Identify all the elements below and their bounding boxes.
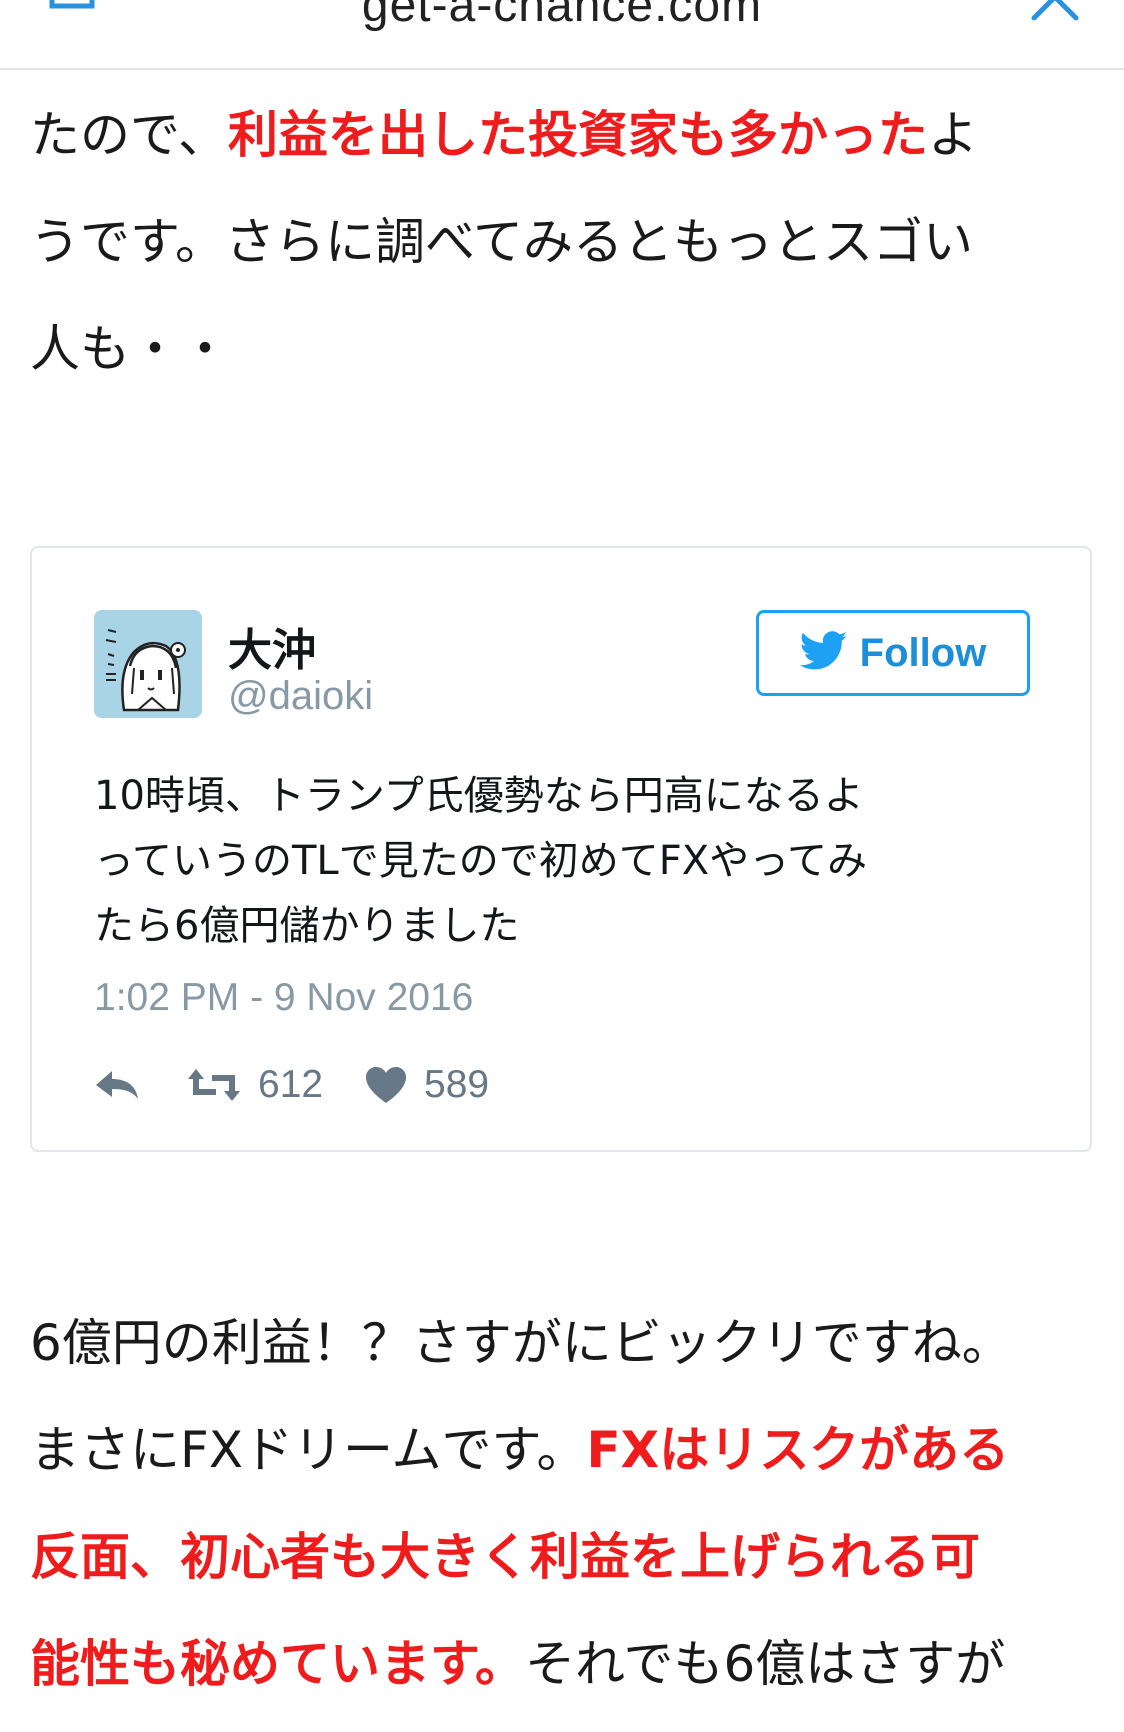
highlight-text: 能性も秘めています。 xyxy=(30,1635,525,1693)
text-span: まさにFXドリームです。 xyxy=(30,1421,587,1479)
follow-button[interactable]: Follow xyxy=(756,610,1030,696)
author-handle[interactable]: @daioki xyxy=(228,674,373,719)
embedded-tweet[interactable]: 大沖 @daioki Follow 10時頃、トランプ氏優勢なら円高になるよ っ… xyxy=(30,546,1092,1152)
text-span: たので、 xyxy=(30,106,228,164)
article-paragraph: たので、利益を出した投資家も多かったよ うです。さらに調べてみるともっとスゴい … xyxy=(30,82,1094,403)
text-span: それでも6億はさすが xyxy=(525,1635,1006,1693)
retweet-button[interactable]: 612 xyxy=(186,1058,323,1112)
reply-button[interactable] xyxy=(94,1058,142,1112)
text-line: 人も・・ xyxy=(30,320,230,378)
like-button[interactable]: 589 xyxy=(364,1058,489,1112)
text-line: うです。さらに調べてみるともっとスゴい xyxy=(30,213,973,271)
reply-icon xyxy=(94,1065,142,1105)
highlight-text: 反面、初心者も大きく利益を上げられる可 xyxy=(30,1528,980,1586)
retweet-icon xyxy=(186,1065,242,1105)
highlight-text: FXはリスクがある xyxy=(586,1421,1010,1479)
article-paragraph: 6億円の利益！？さすがにビックリですね。 まさにFXドリームです。FXはリスクが… xyxy=(30,1290,1094,1718)
tweet-text-line: たら6億円儲かりました xyxy=(94,903,520,949)
tweet-timestamp[interactable]: 1:02 PM - 9 Nov 2016 xyxy=(94,976,473,1020)
follow-label: Follow xyxy=(859,630,987,675)
text-line: まさにFXドリームです。FXはリスクがある xyxy=(30,1397,1094,1504)
text-line: 能性も秘めています。それでも6億はさすが xyxy=(30,1611,1094,1718)
tweet-actions: 612 589 xyxy=(94,1058,694,1112)
avatar[interactable] xyxy=(94,610,202,718)
twitter-bird-icon xyxy=(799,631,848,675)
tweet-text-line: っていうのTLで見たので初めてFXやってみ xyxy=(94,838,868,884)
like-count: 589 xyxy=(424,1063,490,1106)
highlight-text: 利益を出した投資家も多かった xyxy=(228,106,928,164)
close-icon[interactable] xyxy=(1028,0,1084,30)
text-line: たので、利益を出した投資家も多かったよ xyxy=(30,82,1094,189)
page-url[interactable]: get-a-chance.com xyxy=(0,0,1124,33)
text-line: 6億円の利益！？さすがにビックリですね。 xyxy=(30,1314,1012,1372)
retweet-count: 612 xyxy=(258,1063,324,1106)
text-span: よ xyxy=(928,106,978,164)
tweet-text: 10時頃、トランプ氏優勢なら円高になるよ っていうのTLで見たので初めてFXやっ… xyxy=(94,764,1034,959)
heart-icon xyxy=(364,1065,408,1105)
tweet-text-line: 10時頃、トランプ氏優勢なら円高になるよ xyxy=(94,773,864,819)
browser-top-bar: get-a-chance.com xyxy=(0,0,1124,70)
author-name[interactable]: 大沖 xyxy=(228,614,316,678)
